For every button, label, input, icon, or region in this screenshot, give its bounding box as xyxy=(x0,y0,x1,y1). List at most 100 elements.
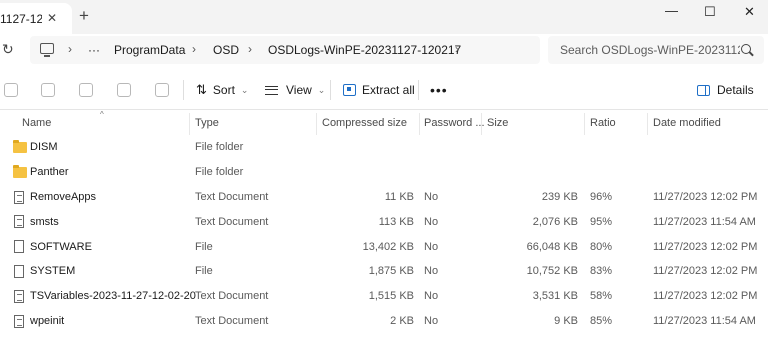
maximize-button[interactable]: ☐ xyxy=(704,5,716,18)
column-divider[interactable] xyxy=(584,113,585,135)
column-name[interactable]: Name xyxy=(22,111,186,135)
password-protected: No xyxy=(424,240,439,253)
column-divider[interactable] xyxy=(316,113,317,135)
tab-title: 1127-120 xyxy=(0,11,42,26)
extract-all-label: Extract all xyxy=(362,83,415,97)
sort-button[interactable]: ⇅ Sort ⌄ xyxy=(196,81,248,99)
extract-all-button[interactable]: Extract all xyxy=(343,81,415,99)
sort-icon: ⇅ xyxy=(196,82,207,97)
copy-icon[interactable] xyxy=(4,83,18,97)
chevron-down-icon: ⌄ xyxy=(240,84,249,95)
date-modified: 11/27/2023 12:02 PM xyxy=(653,240,758,253)
breadcrumb-osdlogs[interactable]: OSDLogs-WinPE-20231127-120217 xyxy=(268,43,461,57)
file-type: File xyxy=(195,265,213,278)
chevron-right-icon[interactable]: › xyxy=(248,42,252,56)
file-name: Panther xyxy=(30,166,69,179)
tab-osdlogs[interactable]: 1127-120 ✕ xyxy=(0,3,72,34)
search-icon[interactable] xyxy=(741,44,751,54)
file-size: 3,531 KB xyxy=(532,290,578,303)
chevron-down-icon: ⌄ xyxy=(317,84,326,95)
share-icon[interactable] xyxy=(117,83,131,97)
breadcrumb[interactable]: › ··· ProgramData › OSD › OSDLogs-WinPE-… xyxy=(30,36,540,64)
new-tab-button[interactable]: + xyxy=(79,7,89,24)
column-divider[interactable] xyxy=(419,113,420,135)
list-item[interactable]: DISM File folder xyxy=(0,135,768,160)
file-explorer-window: 1127-120 ✕ + — ☐ ✕ ↻ › ··· ProgramData ›… xyxy=(0,0,768,351)
column-type[interactable]: Type xyxy=(195,111,315,135)
details-pane-button[interactable]: Details xyxy=(697,81,754,99)
paste-icon[interactable] xyxy=(41,83,55,97)
file-type: Text Document xyxy=(195,290,269,303)
this-pc-icon[interactable] xyxy=(40,43,54,57)
file-name: TSVariables-2023-11-27-12-02-20 xyxy=(30,290,196,303)
view-label: View xyxy=(286,83,312,97)
toolbar-divider xyxy=(183,80,184,100)
breadcrumb-programdata[interactable]: ProgramData xyxy=(114,43,185,57)
password-protected: No xyxy=(424,265,439,278)
list-item[interactable]: SYSTEM File 1,875 KB No 10,752 KB 83% 11… xyxy=(0,259,768,284)
close-tab-icon[interactable]: ✕ xyxy=(47,11,57,25)
view-button[interactable]: View ⌄ xyxy=(265,81,325,99)
file-type: Text Document xyxy=(195,314,269,327)
column-date-modified[interactable]: Date modified xyxy=(653,111,763,135)
breadcrumb-osd[interactable]: OSD xyxy=(213,43,239,57)
password-protected: No xyxy=(424,215,439,228)
minimize-button[interactable]: — xyxy=(665,4,678,17)
compression-ratio: 83% xyxy=(590,265,613,278)
compression-ratio: 96% xyxy=(590,190,613,203)
list-item[interactable]: smsts Text Document 113 KB No 2,076 KB 9… xyxy=(0,209,768,234)
column-header-row: Name Type Compressed size Password ... S… xyxy=(0,111,768,135)
compressed-size: 113 KB xyxy=(378,215,414,228)
chevron-right-icon[interactable]: › xyxy=(455,42,459,56)
column-divider[interactable] xyxy=(647,113,648,135)
list-item[interactable]: SOFTWARE File 13,402 KB No 66,048 KB 80%… xyxy=(0,234,768,259)
file-type: Text Document xyxy=(195,215,269,228)
date-modified: 11/27/2023 12:02 PM xyxy=(653,290,758,303)
sort-label: Sort xyxy=(212,83,235,97)
file-icon xyxy=(14,265,24,278)
compressed-size: 1,875 KB xyxy=(368,265,414,278)
search-box[interactable] xyxy=(548,36,764,64)
command-bar: ⇅ Sort ⌄ View ⌄ Extract all ••• Details xyxy=(0,70,768,110)
rename-icon[interactable] xyxy=(79,83,93,97)
chevron-right-icon[interactable]: › xyxy=(68,42,72,56)
column-size[interactable]: Size xyxy=(487,111,581,135)
column-divider[interactable] xyxy=(481,113,482,135)
close-window-button[interactable]: ✕ xyxy=(744,5,755,18)
date-modified: 11/27/2023 12:02 PM xyxy=(653,265,758,278)
file-size: 9 KB xyxy=(554,314,578,327)
column-password[interactable]: Password ... xyxy=(424,111,485,135)
list-item[interactable]: TSVariables-2023-11-27-12-02-20 Text Doc… xyxy=(0,284,768,309)
breadcrumb-more[interactable]: ··· xyxy=(88,43,100,57)
file-size: 66,048 KB xyxy=(526,240,578,253)
file-name: SOFTWARE xyxy=(30,240,92,253)
chevron-right-icon[interactable]: › xyxy=(192,42,196,56)
details-pane-icon xyxy=(697,84,710,96)
delete-icon[interactable] xyxy=(155,83,169,97)
file-size: 10,752 KB xyxy=(526,265,578,278)
column-ratio[interactable]: Ratio xyxy=(590,111,645,135)
extract-icon xyxy=(343,84,356,96)
file-type: Text Document xyxy=(195,190,269,203)
column-compressed-size[interactable]: Compressed size xyxy=(322,111,417,135)
toolbar-divider xyxy=(330,80,331,100)
compressed-size: 13,402 KB xyxy=(362,240,414,253)
file-size: 239 KB xyxy=(541,190,578,203)
compression-ratio: 85% xyxy=(590,314,613,327)
search-input[interactable] xyxy=(560,41,740,59)
details-label: Details xyxy=(717,83,754,97)
list-item[interactable]: Panther File folder xyxy=(0,160,768,185)
list-item[interactable]: wpeinit Text Document 2 KB No 9 KB 85% 1… xyxy=(0,309,768,334)
text-document-icon xyxy=(14,314,24,328)
more-options-button[interactable]: ••• xyxy=(430,82,448,98)
date-modified: 11/27/2023 12:02 PM xyxy=(653,190,758,203)
list-item[interactable]: RemoveApps Text Document 11 KB No 239 KB… xyxy=(0,185,768,210)
refresh-icon[interactable]: ↻ xyxy=(2,41,14,58)
file-name: smsts xyxy=(30,215,59,228)
folder-icon xyxy=(13,140,27,153)
column-divider[interactable] xyxy=(189,113,190,135)
file-name: wpeinit xyxy=(30,314,65,327)
file-name: SYSTEM xyxy=(30,265,76,278)
title-bar: 1127-120 ✕ + — ☐ ✕ xyxy=(0,0,768,34)
view-icon xyxy=(265,85,278,95)
